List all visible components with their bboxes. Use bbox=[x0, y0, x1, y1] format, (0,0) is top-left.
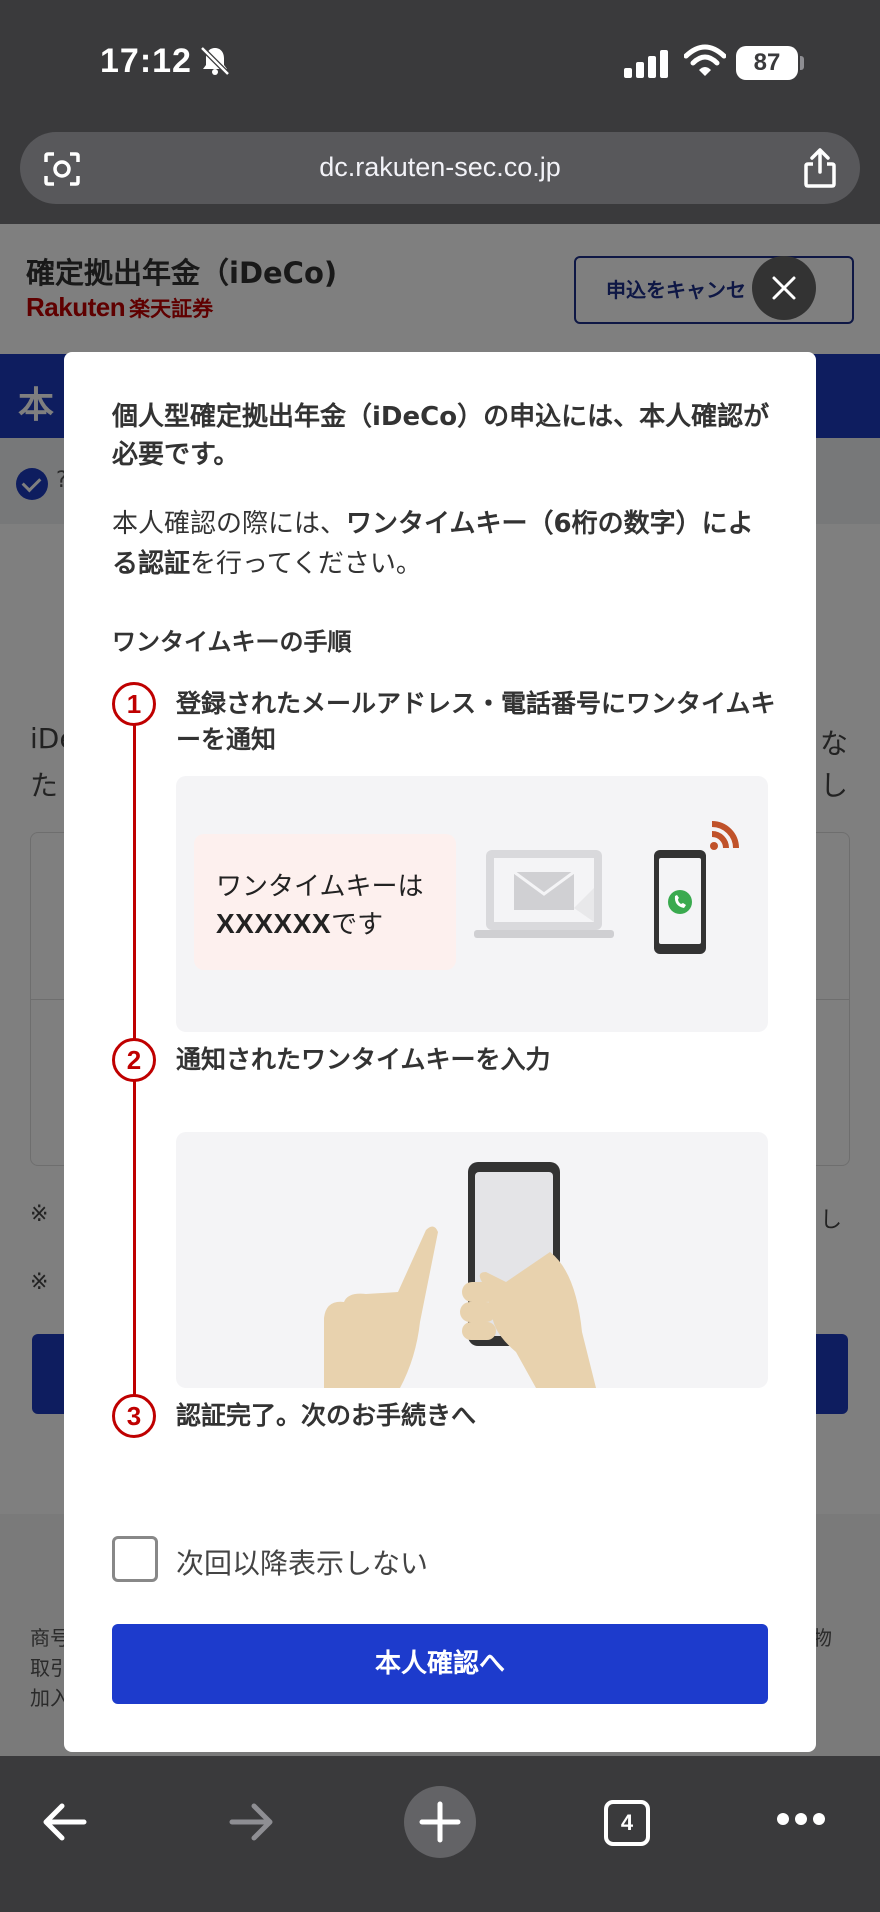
step-number-2: 2 bbox=[112, 1038, 156, 1082]
step-number-3: 3 bbox=[112, 1394, 156, 1438]
otp-code: XXXXXX bbox=[216, 908, 332, 939]
share-icon[interactable] bbox=[802, 146, 838, 188]
notification-illustration: ワンタイムキーは XXXXXXです bbox=[176, 776, 768, 1032]
dont-show-again-checkbox[interactable] bbox=[112, 1536, 158, 1582]
status-bar: 17:12 87 dc.rakuten-sec.co.jp bbox=[0, 0, 880, 204]
forward-arrow-icon[interactable] bbox=[228, 1800, 276, 1844]
instruction-prefix: 本人確認の際には、 bbox=[112, 509, 347, 539]
close-icon bbox=[772, 276, 796, 300]
battery-tip bbox=[800, 56, 804, 70]
bell-slash-icon bbox=[200, 46, 230, 76]
browser-toolbar: 4 bbox=[0, 1756, 880, 1912]
wifi-icon bbox=[684, 44, 726, 76]
dont-show-again-label[interactable]: 次回以降表示しない bbox=[176, 1542, 428, 1582]
more-icon[interactable] bbox=[776, 1812, 826, 1826]
otp-message-line2: XXXXXXです bbox=[216, 904, 383, 941]
input-illustration bbox=[176, 1132, 768, 1388]
signal-icon bbox=[624, 50, 668, 78]
status-time: 17:12 bbox=[100, 42, 192, 80]
address-bar[interactable]: dc.rakuten-sec.co.jp bbox=[20, 132, 860, 204]
steps-heading: ワンタイムキーの手順 bbox=[112, 628, 352, 656]
new-tab-button[interactable] bbox=[404, 1786, 476, 1858]
instruction-suffix: を行ってください。 bbox=[190, 549, 422, 579]
phone-call-icon bbox=[654, 821, 739, 954]
otp-suffix: です bbox=[331, 910, 384, 940]
otp-message-bubble: ワンタイムキーは XXXXXXです bbox=[194, 834, 456, 970]
step-number-1: 1 bbox=[112, 682, 156, 726]
identity-verification-modal: 個人型確定拠出年金（iDeCo）の申込には、本人確認が必要です。 本人確認の際に… bbox=[64, 352, 816, 1752]
mail-icon bbox=[474, 850, 614, 938]
proceed-identity-verification-button[interactable]: 本人確認へ bbox=[112, 1624, 768, 1704]
new-tab-plus-icon bbox=[419, 1801, 461, 1843]
otp-message-line1: ワンタイムキーは bbox=[216, 872, 424, 902]
step-1-text: 登録されたメールアドレス・電話番号にワンタイムキーを通知 bbox=[176, 689, 776, 754]
tabs-icon[interactable]: 4 bbox=[604, 1800, 650, 1846]
close-modal-button[interactable] bbox=[752, 256, 816, 320]
battery-level: 87 bbox=[736, 46, 798, 80]
hand-phone-illustration bbox=[324, 1162, 596, 1388]
modal-instruction: 本人確認の際には、ワンタイムキー（6桁の数字）による認証を行ってください。 bbox=[112, 504, 772, 584]
step-2-text: 通知されたワンタイムキーを入力 bbox=[176, 1045, 551, 1074]
back-arrow-icon[interactable] bbox=[40, 1800, 88, 1844]
modal-intro: 個人型確定拠出年金（iDeCo）の申込には、本人確認が必要です。 bbox=[112, 402, 770, 470]
url-text[interactable]: dc.rakuten-sec.co.jp bbox=[20, 152, 860, 183]
step-3-text: 認証完了。次のお手続きへ bbox=[176, 1401, 477, 1430]
